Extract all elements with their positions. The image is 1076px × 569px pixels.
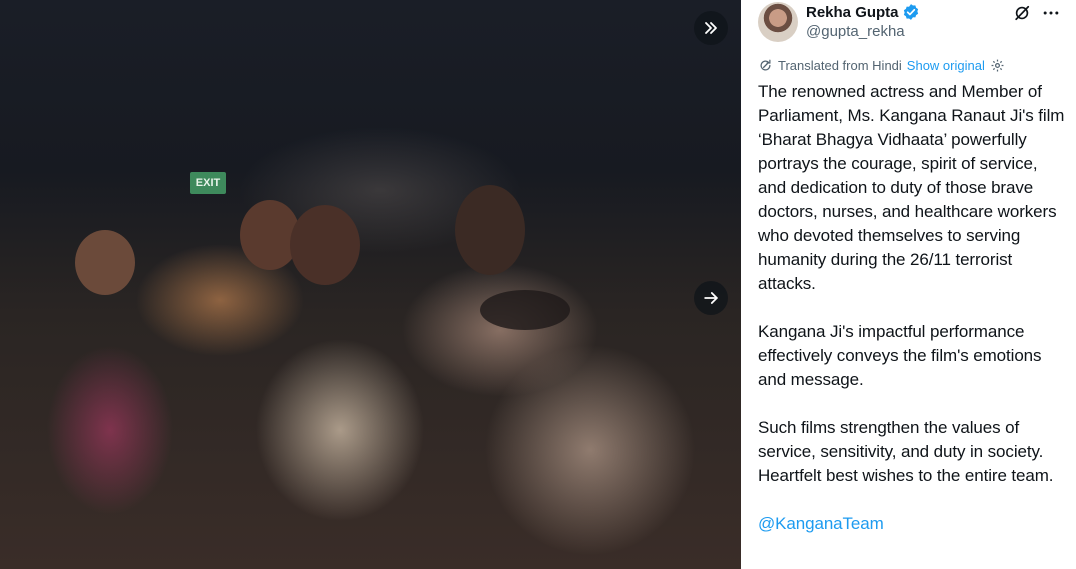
collapse-panel-button[interactable] <box>694 11 728 45</box>
tweet-photo[interactable]: EXIT <box>0 0 741 569</box>
mention-link[interactable]: @KanganaTeam <box>758 514 884 533</box>
tweet-paragraph: Such films strengthen the values of serv… <box>758 418 1054 485</box>
next-image-button[interactable] <box>694 281 728 315</box>
author-display-name[interactable]: Rekha Gupta <box>806 4 899 21</box>
translate-icon <box>760 59 771 71</box>
double-chevron-right-icon <box>705 22 717 34</box>
grok-icon[interactable] <box>1012 3 1032 23</box>
translation-notice: Translated from Hindi Show original <box>758 58 1005 73</box>
tweet-paragraph: Kangana Ji's impactful performance effec… <box>758 322 1042 389</box>
tweet-text: The renowned actress and Member of Parli… <box>758 80 1070 560</box>
avatar[interactable] <box>758 2 798 42</box>
author-name-line: Rekha Gupta <box>806 3 920 21</box>
tweet-paragraph: The renowned actress and Member of Parli… <box>758 82 1065 293</box>
author-handle[interactable]: @gupta_rekha <box>806 23 905 40</box>
tweet-panel: Rekha Gupta @gupta_rekha Translated from… <box>741 0 1076 569</box>
media-viewer: EXIT <box>0 0 741 569</box>
more-options-icon[interactable] <box>1041 3 1061 23</box>
tweet-author: Rekha Gupta @gupta_rekha <box>758 2 1068 44</box>
gear-icon[interactable] <box>990 58 1005 73</box>
verified-badge-icon <box>903 4 918 20</box>
translated-from-label: Translated from Hindi <box>778 58 902 73</box>
exit-sign: EXIT <box>190 172 226 194</box>
show-original-link[interactable]: Show original <box>907 58 985 73</box>
arrow-right-icon <box>704 292 718 304</box>
